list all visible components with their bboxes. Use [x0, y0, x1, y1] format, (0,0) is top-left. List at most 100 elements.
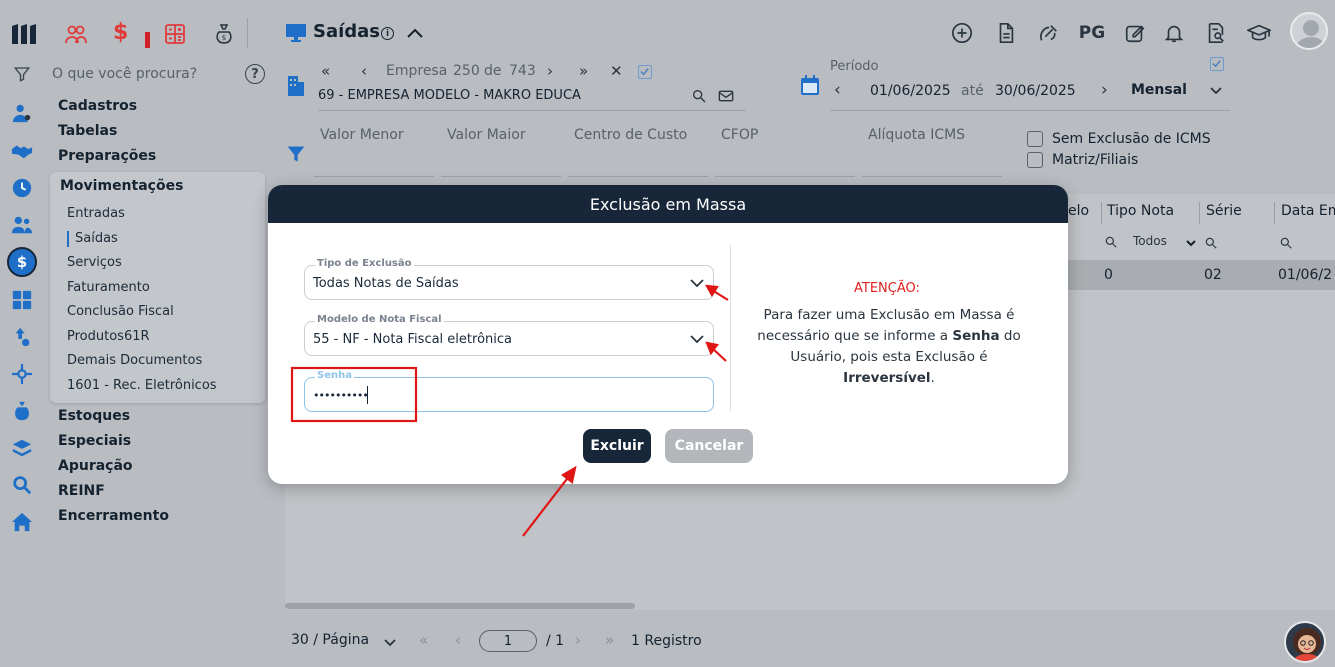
upload-person-icon[interactable]: [11, 326, 33, 348]
table-row[interactable]: 0 02 01/06/2: [1068, 260, 1335, 290]
menu-cadastros[interactable]: Cadastros: [58, 98, 137, 114]
calculator-grid-icon[interactable]: [11, 289, 33, 311]
nav-next-button[interactable]: ›: [547, 62, 553, 80]
money-bag-side-icon[interactable]: [11, 400, 33, 422]
page-input[interactable]: 1: [479, 630, 537, 652]
col-data-emissao[interactable]: Data Em: [1281, 203, 1335, 219]
layers-icon[interactable]: [11, 437, 33, 459]
periodo-prev-button[interactable]: ‹: [834, 80, 841, 100]
modelo-nota-select[interactable]: Modelo de Nota Fiscal 55 - NF - Nota Fis…: [304, 314, 714, 356]
empresa-checkbox[interactable]: [638, 65, 652, 79]
menu-estoques[interactable]: Estoques: [58, 408, 130, 424]
chevron-up-icon[interactable]: [405, 24, 425, 42]
dollar-icon[interactable]: $: [113, 20, 153, 48]
periodo-mode[interactable]: Mensal: [1131, 82, 1187, 98]
submenu-item-entradas[interactable]: Entradas: [67, 206, 125, 221]
cancelar-button[interactable]: Cancelar: [665, 429, 753, 463]
empresa-search-icon[interactable]: [691, 88, 707, 104]
page-last-button[interactable]: »: [605, 631, 614, 649]
col-data-search-icon[interactable]: [1279, 235, 1293, 249]
document-icon[interactable]: [993, 20, 1019, 46]
menu-apuracao[interactable]: Apuração: [58, 458, 133, 474]
exclusao-em-massa-dialog: Exclusão em Massa Tipo de Exclusão Todas…: [268, 185, 1068, 484]
tipo-exclusao-select[interactable]: Tipo de Exclusão Todas Notas de Saídas: [304, 258, 714, 300]
money-bag-icon[interactable]: $: [212, 22, 236, 46]
senha-input[interactable]: Senha ••••••••••: [304, 370, 714, 412]
tipo-exclusao-label: Tipo de Exclusão: [315, 258, 414, 269]
submenu-item-saidas[interactable]: Saídas: [75, 231, 118, 246]
page-first-button[interactable]: «: [419, 631, 428, 649]
page-next-button[interactable]: ›: [575, 631, 581, 649]
email-icon[interactable]: [718, 88, 734, 104]
sidebar-search-input[interactable]: O que você procura?: [52, 66, 197, 82]
bell-icon[interactable]: [1161, 20, 1187, 46]
page-prev-button[interactable]: ‹: [455, 631, 461, 649]
satellite-icon[interactable]: [1036, 20, 1062, 46]
app-logo[interactable]: [10, 20, 38, 48]
calculator-icon[interactable]: [163, 22, 187, 46]
periodo-next-button[interactable]: ›: [1101, 80, 1108, 100]
help-icon[interactable]: ?: [245, 64, 265, 84]
handshake-icon[interactable]: [11, 140, 33, 162]
sem-exclusao-checkbox[interactable]: [1027, 131, 1043, 147]
nav-first-button[interactable]: «: [321, 62, 330, 80]
menu-movimentacoes[interactable]: Movimentações: [60, 178, 183, 194]
menu-reinf[interactable]: REINF: [58, 483, 105, 499]
periodo-end[interactable]: 30/06/2025: [995, 83, 1076, 99]
submenu-item-conclusao-fiscal[interactable]: Conclusão Fiscal: [67, 304, 174, 319]
submenu-item-demais-documentos[interactable]: Demais Documentos: [67, 353, 202, 368]
menu-encerramento[interactable]: Encerramento: [58, 508, 169, 524]
pg-button[interactable]: PG: [1077, 20, 1107, 46]
col-modelo[interactable]: elo: [1068, 203, 1089, 219]
users-icon[interactable]: [64, 22, 88, 46]
col-tipo-search-icon[interactable]: [1104, 234, 1118, 248]
col-serie-search-icon[interactable]: [1204, 235, 1218, 249]
tipo-exclusao-chevron-down-icon[interactable]: [689, 275, 705, 291]
filter-cfop[interactable]: CFOP: [721, 127, 758, 143]
per-page-chevron-down-icon[interactable]: [383, 634, 397, 648]
matriz-filiais-checkbox[interactable]: [1027, 152, 1043, 168]
dollar-circle-icon[interactable]: $: [7, 247, 37, 277]
periodo-start[interactable]: 01/06/2025: [870, 83, 951, 99]
col-serie[interactable]: Série: [1206, 203, 1242, 219]
filter-centro-custo[interactable]: Centro de Custo: [574, 127, 687, 143]
horizontal-scrollbar[interactable]: [285, 603, 635, 609]
graduation-cap-icon[interactable]: [1246, 20, 1272, 46]
home-icon[interactable]: [11, 511, 33, 533]
clock-icon[interactable]: [11, 177, 33, 199]
tipo-nota-chevron-down-icon[interactable]: [1185, 234, 1197, 247]
filter-aliquota-icms[interactable]: Alíquota ICMS: [868, 127, 965, 143]
menu-especiais[interactable]: Especiais: [58, 433, 131, 449]
excluir-button[interactable]: Excluir: [583, 429, 651, 463]
search-document-icon[interactable]: [1203, 20, 1229, 46]
per-page-select[interactable]: 30 / Página: [291, 632, 369, 648]
user-avatar[interactable]: [1290, 12, 1328, 50]
senha-value: ••••••••••: [313, 389, 369, 402]
tipo-nota-filter[interactable]: Todos: [1133, 234, 1167, 248]
submenu-item-produtos61r[interactable]: Produtos61R: [67, 329, 150, 344]
funnel-icon[interactable]: [286, 144, 306, 164]
nav-last-button[interactable]: »: [579, 62, 588, 80]
periodo-checkbox[interactable]: [1210, 57, 1224, 71]
col-tipo-nota[interactable]: Tipo Nota: [1107, 203, 1174, 219]
filter-valor-maior[interactable]: Valor Maior: [447, 127, 526, 143]
people-icon[interactable]: [11, 214, 33, 236]
submenu-item-rec-eletronicos[interactable]: 1601 - Rec. Eletrônicos: [67, 378, 217, 393]
periodo-chevron-down-icon[interactable]: [1208, 82, 1224, 98]
modelo-nota-chevron-down-icon[interactable]: [689, 331, 705, 347]
submenu-item-faturamento[interactable]: Faturamento: [67, 280, 150, 295]
submenu-item-servicos[interactable]: Serviços: [67, 255, 122, 270]
menu-tabelas[interactable]: Tabelas: [58, 123, 117, 139]
plus-circle-icon[interactable]: [949, 20, 975, 46]
info-icon[interactable]: i: [381, 27, 394, 40]
close-icon[interactable]: ✕: [610, 62, 623, 80]
filter-icon[interactable]: [13, 65, 31, 83]
menu-preparacoes[interactable]: Preparações: [58, 148, 156, 164]
assistant-avatar[interactable]: [1284, 621, 1326, 663]
filter-valor-menor[interactable]: Valor Menor: [320, 127, 404, 143]
person-icon[interactable]: [11, 102, 33, 124]
network-icon[interactable]: [11, 363, 33, 385]
nav-prev-button[interactable]: ‹: [361, 62, 367, 80]
search-side-icon[interactable]: [11, 474, 33, 496]
edit-icon[interactable]: [1122, 20, 1148, 46]
